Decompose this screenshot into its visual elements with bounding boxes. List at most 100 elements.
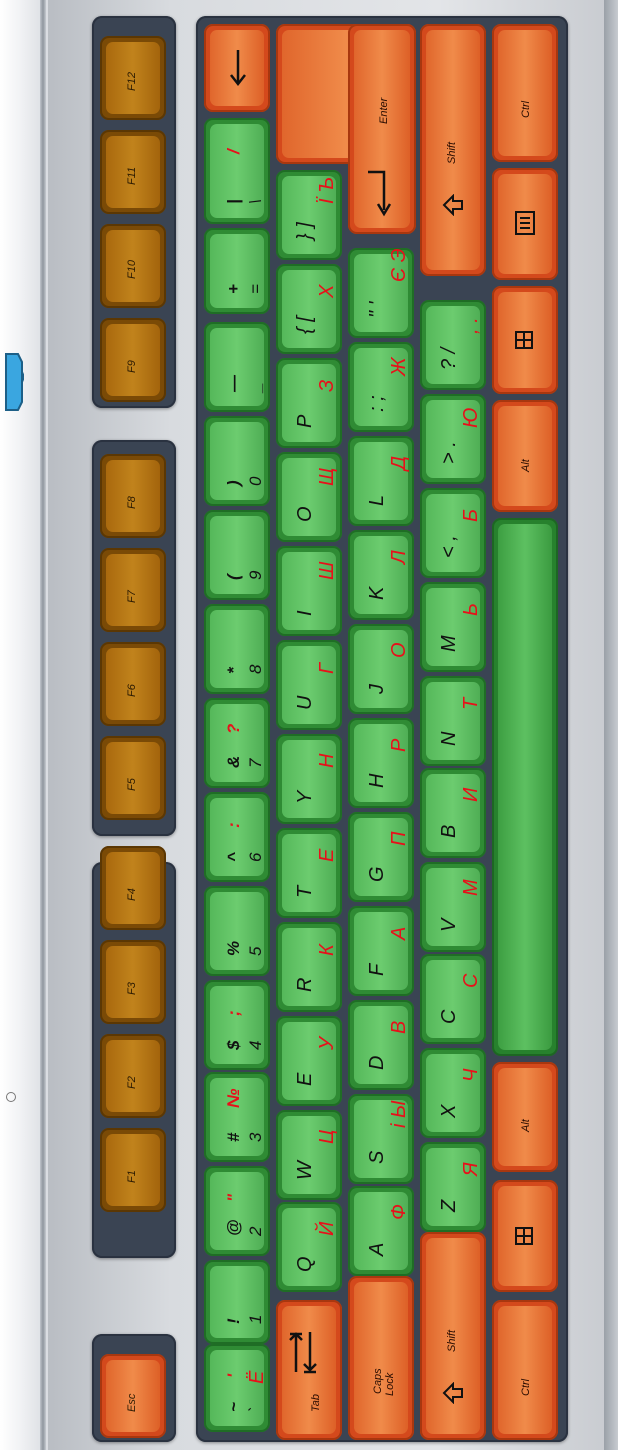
- letter-key-11[interactable]: } ] Ї Ъ: [276, 170, 342, 260]
- number-key-1[interactable]: ! 1: [204, 1260, 270, 1344]
- number-key-4[interactable]: $; 4: [204, 980, 270, 1070]
- letter-key-10[interactable]: { [Х: [276, 264, 342, 354]
- backspace-key[interactable]: [204, 24, 270, 112]
- key-cyrillic-label: А: [388, 926, 410, 940]
- letter-key-z6[interactable]: MЬ: [420, 582, 486, 672]
- right-windows-key[interactable]: [492, 286, 558, 394]
- letter-key-2[interactable]: EУ: [276, 1016, 342, 1106]
- number-key-3[interactable]: # № 3: [204, 1072, 270, 1162]
- number-key-9[interactable]: (9: [204, 510, 270, 600]
- letter-key-z3[interactable]: VМ: [420, 862, 486, 952]
- enter-key-lower[interactable]: Enter: [348, 24, 416, 234]
- function-key-f4[interactable]: F4: [100, 846, 166, 930]
- letter-key-z7[interactable]: < ,Б: [420, 488, 486, 578]
- function-key-label: F8: [126, 496, 138, 509]
- key-cyrillic-label: В: [388, 1020, 410, 1034]
- key-shift-symbol-alt: :: [224, 822, 243, 828]
- right-ctrl-key[interactable]: Ctrl: [492, 24, 558, 162]
- number-key-12[interactable]: + =: [204, 228, 270, 314]
- key-latin-label: J: [366, 684, 388, 694]
- function-key-f5[interactable]: F5: [100, 736, 166, 820]
- letter-key-9[interactable]: PЗ: [276, 358, 342, 448]
- number-key-10[interactable]: ) 0: [204, 416, 270, 506]
- function-key-f8[interactable]: F8: [100, 454, 166, 538]
- keycap-face: [210, 986, 264, 1064]
- key-latin-label: } ]: [294, 222, 316, 240]
- letter-key-z5[interactable]: NТ: [420, 676, 486, 766]
- letter-key-a6[interactable]: JО: [348, 624, 414, 714]
- right-alt-key[interactable]: Alt: [492, 400, 558, 512]
- function-key-f1[interactable]: F1: [100, 1128, 166, 1212]
- function-key-label: F1: [126, 1170, 138, 1183]
- key-cyrillic-label: О: [388, 642, 410, 658]
- letter-key-4[interactable]: TЕ: [276, 828, 342, 918]
- left-shift-key[interactable]: Shift: [420, 1232, 486, 1440]
- letter-key-z4[interactable]: BИ: [420, 768, 486, 858]
- key-shift-symbol: |: [224, 199, 243, 204]
- left-windows-key[interactable]: [492, 1180, 558, 1292]
- number-key-11[interactable]: — _: [204, 322, 270, 412]
- key-shift-symbol-alt: ': [224, 1373, 243, 1378]
- keycap-face: [354, 912, 408, 990]
- number-key-7[interactable]: &? 7: [204, 698, 270, 788]
- letter-key-z1[interactable]: XЧ: [420, 1048, 486, 1138]
- letter-key-1[interactable]: WЦ: [276, 1110, 342, 1200]
- number-key-13[interactable]: | / \: [204, 118, 270, 224]
- function-key-f7[interactable]: F7: [100, 548, 166, 632]
- number-key-2[interactable]: @ " 2: [204, 1166, 270, 1256]
- function-key-f11[interactable]: F11: [100, 130, 166, 214]
- tab-key[interactable]: Tab: [276, 1300, 342, 1440]
- key-cyrillic-label: Д: [388, 455, 410, 470]
- letter-key-a8[interactable]: LД: [348, 436, 414, 526]
- letter-key-0[interactable]: QЙ: [276, 1202, 342, 1292]
- esc-key[interactable]: Esc: [100, 1354, 166, 1438]
- left-alt-key[interactable]: Alt: [492, 1062, 558, 1172]
- context-menu-icon: [515, 211, 535, 235]
- letter-key-a9[interactable]: : ; Ж: [348, 342, 414, 432]
- key-shift-symbol: (: [224, 574, 243, 580]
- keycap-face: [210, 1350, 264, 1426]
- caps-lock-key[interactable]: Caps Lock: [348, 1276, 414, 1440]
- letter-key-6[interactable]: UГ: [276, 640, 342, 730]
- letter-key-a5[interactable]: HР: [348, 718, 414, 808]
- indicator-dot: [6, 1092, 16, 1102]
- function-key-f9[interactable]: F9: [100, 318, 166, 402]
- function-key-label: F4: [126, 888, 138, 901]
- function-key-f10[interactable]: F10: [100, 224, 166, 308]
- letter-key-a7[interactable]: KЛ: [348, 530, 414, 620]
- letter-key-5[interactable]: YН: [276, 734, 342, 824]
- left-ctrl-key[interactable]: Ctrl: [492, 1300, 558, 1440]
- letter-key-z0[interactable]: ZЯ: [420, 1142, 486, 1232]
- function-key-f2[interactable]: F2: [100, 1034, 166, 1118]
- letter-key-a0[interactable]: AФ: [348, 1186, 414, 1276]
- spacebar-key[interactable]: [492, 518, 558, 1056]
- windows-logo-icon: [515, 331, 533, 349]
- key-latin-label: ? /: [438, 347, 460, 370]
- number-key-5[interactable]: % 5: [204, 886, 270, 976]
- letter-key-3[interactable]: RК: [276, 922, 342, 1012]
- key-cyrillic-label: Т: [460, 697, 482, 710]
- letter-key-z9[interactable]: ? /, .: [420, 300, 486, 390]
- number-key-0[interactable]: ~ ' ` Ё: [204, 1344, 270, 1432]
- letter-key-a3[interactable]: FА: [348, 906, 414, 996]
- right-shift-key[interactable]: Shift: [420, 24, 486, 276]
- key-cyrillic-label: Я: [460, 1162, 482, 1176]
- letter-key-8[interactable]: OЩ: [276, 452, 342, 542]
- number-key-6[interactable]: ^: 6: [204, 792, 270, 882]
- function-key-f3[interactable]: F3: [100, 940, 166, 1024]
- letter-key-z2[interactable]: CС: [420, 954, 486, 1044]
- letter-key-z8[interactable]: > .Ю: [420, 394, 486, 484]
- key-shift-symbol: ^: [224, 852, 243, 862]
- shift-label: Shift: [446, 141, 458, 164]
- letter-key-a2[interactable]: DВ: [348, 1000, 414, 1090]
- letter-key-a10[interactable]: " ' Є Э: [348, 248, 414, 338]
- letter-key-7[interactable]: IШ: [276, 546, 342, 636]
- letter-key-a1[interactable]: Sі Ы: [348, 1094, 414, 1184]
- function-key-f12[interactable]: F12: [100, 36, 166, 120]
- menu-key[interactable]: [492, 168, 558, 280]
- function-key-f6[interactable]: F6: [100, 642, 166, 726]
- letter-key-a4[interactable]: GП: [348, 812, 414, 902]
- number-key-8[interactable]: * 8: [204, 604, 270, 694]
- key-latin-label: C: [438, 1009, 460, 1024]
- key-latin-label: M: [438, 635, 460, 652]
